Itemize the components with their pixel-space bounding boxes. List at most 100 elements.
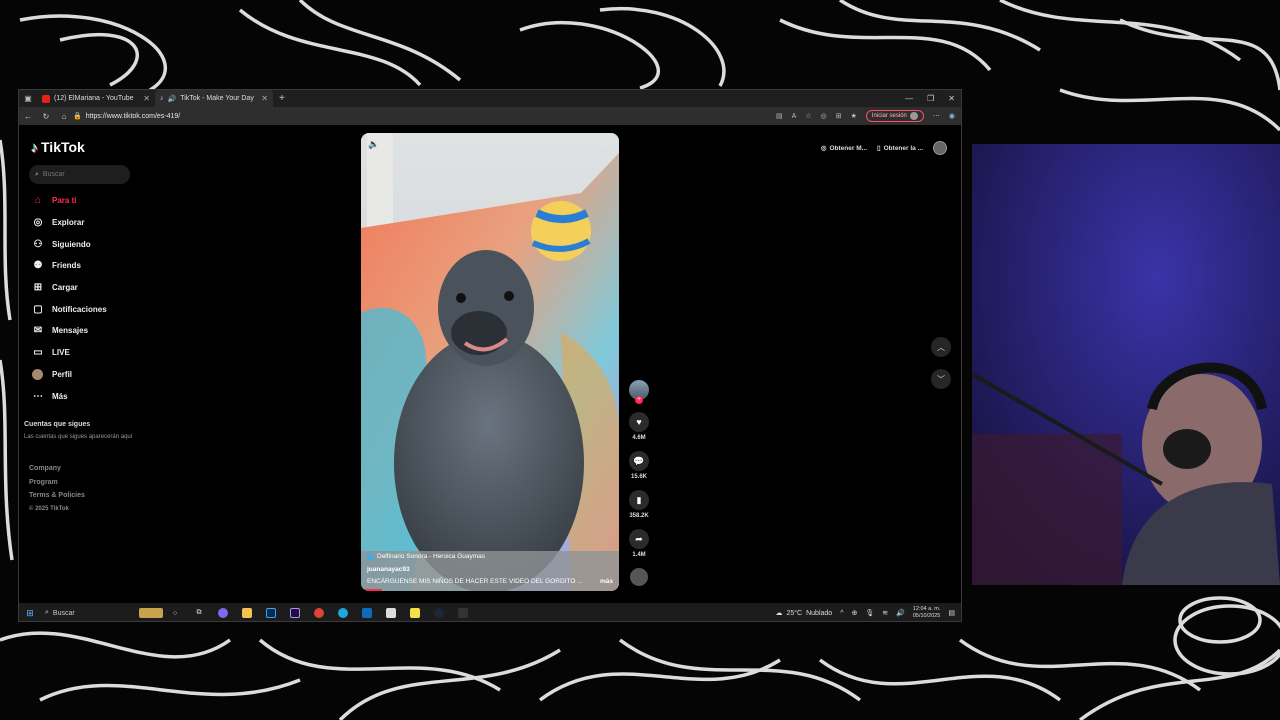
comment-icon: 💬 — [633, 455, 645, 466]
tiktok-logo[interactable]: ♪ TikTok — [31, 139, 85, 155]
read-mode-icon[interactable]: ▤ — [776, 112, 783, 120]
sidebar-item-perfil[interactable]: Perfil — [29, 364, 149, 386]
sidebar-item-label: Notificaciones — [52, 304, 107, 314]
tiktok-icon: ♪ — [160, 95, 164, 102]
clock-date: 05/10/2025 — [912, 613, 941, 619]
photoshop-icon[interactable] — [259, 606, 283, 620]
taskbar-widget[interactable] — [139, 606, 163, 620]
tab-youtube[interactable]: (12) ElMariana - YouTube ✕ — [37, 90, 155, 107]
task-view-icon[interactable]: ⧉ — [187, 606, 211, 620]
music-disc-icon[interactable] — [630, 568, 648, 586]
outlook-icon[interactable] — [355, 606, 379, 620]
steam-icon[interactable] — [427, 606, 451, 620]
signin-button[interactable]: Iniciar sesión — [865, 110, 924, 122]
youtube-icon — [42, 94, 50, 103]
scroll-down-button[interactable]: ﹀ — [931, 369, 951, 389]
favorites-bar-icon[interactable]: ★ — [851, 112, 857, 120]
footer-link-program[interactable]: Program — [29, 479, 85, 493]
more-link[interactable]: más — [600, 578, 613, 585]
sticky-notes-icon[interactable] — [403, 606, 427, 620]
close-window-icon[interactable]: ✕ — [948, 94, 955, 103]
cortana-icon[interactable]: ○ — [163, 606, 187, 620]
wifi-icon[interactable]: ≋ — [882, 609, 888, 617]
search-input[interactable]: ⌕ Buscar — [29, 165, 130, 184]
chevron-down-icon: ﹀ — [937, 374, 945, 384]
following-title: Cuentas que sigues — [24, 421, 91, 428]
weather-widget[interactable]: ☁ 25°C Nublado — [775, 609, 832, 618]
home-icon[interactable]: ⌂ — [55, 112, 73, 121]
creator-avatar[interactable]: + — [629, 380, 649, 404]
edge-icon[interactable] — [331, 606, 355, 620]
sidebar-item-notificaciones[interactable]: ▢ Notificaciones — [29, 298, 149, 320]
music-icon — [367, 553, 373, 560]
menu-icon[interactable]: ⋯ — [933, 112, 940, 120]
scroll-up-button[interactable]: ︿ — [931, 337, 951, 357]
home-icon: ⌂ — [34, 195, 42, 207]
zoom-icon[interactable]: A — [792, 113, 797, 120]
clock-time: 12:04 a. m. — [912, 606, 941, 612]
mic-icon[interactable]: 🎙 — [865, 609, 874, 617]
chrome-icon[interactable] — [307, 606, 331, 620]
network-icon[interactable]: ⊕ — [851, 609, 857, 617]
follow-icon[interactable]: + — [635, 396, 643, 404]
copilot-icon[interactable]: ◉ — [949, 112, 955, 120]
maximize-icon[interactable]: ❐ — [927, 94, 934, 103]
close-icon[interactable]: ✕ — [261, 94, 268, 103]
notifications-icon[interactable]: ▤ — [948, 609, 955, 617]
inbox-icon: ▢ — [33, 303, 43, 315]
video-player[interactable]: 🔈 ⋯ Delfinario Sonora - Heroica Guaymas … — [361, 133, 619, 591]
music-info[interactable]: Delfinario Sonora - Heroica Guaymas — [367, 553, 613, 560]
get-mobile-app-button[interactable]: ▯ Obtener la ... — [877, 144, 923, 153]
volume-icon[interactable]: 🔊 — [896, 609, 905, 617]
video-more-icon[interactable]: ⋯ — [603, 139, 612, 150]
speaker-icon[interactable]: 🔊 — [168, 95, 177, 103]
clock[interactable]: 12:04 a. m. 05/10/2025 — [913, 606, 941, 620]
windows-start-icon[interactable]: ⊞ — [19, 608, 41, 619]
obs-icon[interactable] — [451, 606, 475, 620]
premiere-icon[interactable] — [283, 606, 307, 620]
split-icon[interactable]: ⊞ — [836, 112, 842, 120]
sidebar-item-friends[interactable]: ⚉ Friends — [29, 255, 149, 277]
friends-icon: ⚉ — [33, 260, 43, 272]
new-tab-button[interactable]: + — [273, 93, 291, 104]
url-field[interactable]: https://www.tiktok.com/es-419/ — [86, 113, 181, 120]
minimize-icon[interactable]: — — [905, 94, 913, 103]
phone-icon: ▯ — [877, 145, 881, 152]
lock-icon[interactable]: 🔒 — [73, 112, 82, 120]
comment-button[interactable]: 💬 — [629, 451, 649, 471]
sidebar-item-para-ti[interactable]: ⌂ Para ti — [29, 190, 149, 212]
sidebar-item-mensajes[interactable]: ✉ Mensajes — [29, 320, 149, 342]
tab-tiktok[interactable]: ♪ 🔊 TikTok - Make Your Day ✕ — [155, 90, 273, 107]
reload-icon[interactable]: ↻ — [37, 112, 55, 121]
copilot-app-icon[interactable] — [211, 606, 235, 620]
share-button[interactable]: ➦ — [629, 529, 649, 549]
footer-link-company[interactable]: Company — [29, 465, 85, 479]
video-author[interactable]: juananayac93 — [367, 566, 613, 573]
save-button[interactable]: ▮ — [629, 490, 649, 510]
video-description: ENCÁRGUENSE MIS NIÑOS DE HACER ESTE VIDE… — [367, 578, 613, 585]
user-avatar[interactable] — [933, 141, 947, 155]
share-count: 1.4M — [632, 552, 646, 558]
sidebar-item-explorar[interactable]: ◎ Explorar — [29, 212, 149, 234]
like-button[interactable]: ♥ — [629, 412, 649, 432]
taskbar-search[interactable]: ⌕ Buscar — [41, 609, 139, 617]
search-icon: ⌕ — [45, 609, 49, 616]
video-progress-bar[interactable] — [361, 589, 382, 591]
close-icon[interactable]: ✕ — [143, 94, 150, 103]
back-icon[interactable]: ← — [19, 112, 37, 121]
volume-icon[interactable]: 🔈 — [368, 139, 379, 150]
get-app-button[interactable]: ◎ Obtener M... — [821, 144, 867, 153]
chevron-up-icon[interactable]: ^ — [840, 610, 843, 617]
footer-link-terms[interactable]: Terms & Policies — [29, 492, 85, 506]
sidebar-item-mas[interactable]: ⋯ Más — [29, 385, 149, 407]
sidebar-item-siguiendo[interactable]: ⚇ Siguiendo — [29, 233, 149, 255]
file-explorer-icon[interactable] — [235, 606, 259, 620]
tab-actions-icon[interactable]: ▣ — [19, 94, 37, 103]
search-icon: ⌕ — [35, 170, 39, 178]
sidebar-item-cargar[interactable]: ⊞ Cargar — [29, 277, 149, 299]
description-text: ENCÁRGUENSE MIS NIÑOS DE HACER ESTE VIDE… — [367, 578, 583, 585]
extensions-icon[interactable]: ◎ — [821, 112, 827, 120]
favorite-icon[interactable]: ☆ — [805, 112, 811, 120]
sidebar-item-live[interactable]: ▭ LIVE — [29, 342, 149, 364]
store-icon[interactable] — [379, 606, 403, 620]
